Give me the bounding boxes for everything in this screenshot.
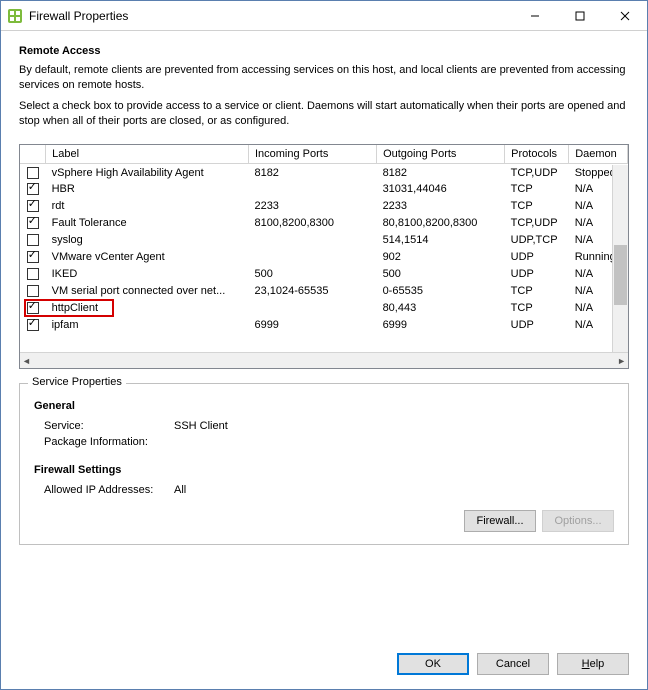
service-incoming-cell — [248, 181, 376, 198]
description-1: By default, remote clients are prevented… — [19, 63, 629, 93]
allowed-ip-label: Allowed IP Addresses: — [44, 484, 174, 496]
service-checkbox[interactable] — [27, 183, 39, 195]
service-protocols-cell: TCP,UDP — [505, 215, 569, 232]
service-checkbox[interactable] — [27, 251, 39, 263]
dialog-buttons: OK Cancel Help — [1, 641, 647, 689]
service-label-cell: HBR — [46, 181, 249, 198]
service-properties-legend: Service Properties — [28, 376, 126, 388]
service-protocols-cell: UDP — [505, 249, 569, 266]
column-header-label[interactable]: Label — [46, 145, 249, 164]
service-label-cell: rdt — [46, 198, 249, 215]
service-incoming-cell: 23,1024-65535 — [248, 283, 376, 300]
table-row[interactable]: Fault Tolerance8100,8200,830080,8100,820… — [20, 215, 628, 232]
service-incoming-cell — [248, 300, 376, 317]
service-outgoing-cell: 902 — [377, 249, 505, 266]
service-value: SSH Client — [174, 420, 228, 432]
vertical-scrollbar[interactable] — [612, 165, 628, 352]
service-checkbox[interactable] — [27, 268, 39, 280]
service-incoming-cell: 2233 — [248, 198, 376, 215]
service-checkbox[interactable] — [27, 234, 39, 246]
service-checkbox[interactable] — [27, 285, 39, 297]
service-properties-group: Service Properties General Service: SSH … — [19, 383, 629, 545]
service-outgoing-cell: 80,8100,8200,8300 — [377, 215, 505, 232]
service-protocols-cell: TCP — [505, 198, 569, 215]
service-checkbox[interactable] — [27, 319, 39, 331]
description-2: Select a check box to provide access to … — [19, 99, 629, 129]
table-row[interactable]: vSphere High Availability Agent81828182T… — [20, 164, 628, 181]
column-header-incoming[interactable]: Incoming Ports — [248, 145, 376, 164]
service-incoming-cell — [248, 249, 376, 266]
services-table: Label Incoming Ports Outgoing Ports Prot… — [20, 145, 628, 334]
service-outgoing-cell: 514,1514 — [377, 232, 505, 249]
service-outgoing-cell: 31031,44046 — [377, 181, 505, 198]
horizontal-scrollbar[interactable]: ◄ ► — [20, 352, 628, 368]
service-protocols-cell: TCP — [505, 283, 569, 300]
service-label-cell: IKED — [46, 266, 249, 283]
service-outgoing-cell: 500 — [377, 266, 505, 283]
service-checkbox[interactable] — [27, 200, 39, 212]
service-protocols-cell: TCP — [505, 300, 569, 317]
service-checkbox[interactable] — [27, 217, 39, 229]
service-checkbox[interactable] — [27, 302, 39, 314]
service-label-cell: httpClient — [46, 300, 249, 317]
close-button[interactable] — [602, 1, 647, 30]
column-header-outgoing[interactable]: Outgoing Ports — [377, 145, 505, 164]
service-label-cell: ipfam — [46, 317, 249, 334]
service-outgoing-cell: 6999 — [377, 317, 505, 334]
titlebar: Firewall Properties — [1, 1, 647, 31]
firewall-settings-heading: Firewall Settings — [34, 464, 614, 476]
table-row[interactable]: rdt22332233TCPN/A — [20, 198, 628, 215]
service-label-cell: VMware vCenter Agent — [46, 249, 249, 266]
general-heading: General — [34, 400, 614, 412]
table-row[interactable]: VMware vCenter Agent902UDPRunning — [20, 249, 628, 266]
ok-button[interactable]: OK — [397, 653, 469, 675]
service-incoming-cell — [248, 232, 376, 249]
service-label-cell: VM serial port connected over net... — [46, 283, 249, 300]
firewall-properties-window: Firewall Properties Remote Access By def… — [0, 0, 648, 690]
service-label: Service: — [44, 420, 174, 432]
package-info-label: Package Information: — [44, 436, 174, 448]
remote-access-heading: Remote Access — [19, 45, 629, 57]
vertical-scrollbar-thumb[interactable] — [614, 245, 627, 305]
service-outgoing-cell: 2233 — [377, 198, 505, 215]
service-outgoing-cell: 80,443 — [377, 300, 505, 317]
service-label-cell: Fault Tolerance — [46, 215, 249, 232]
window-title: Firewall Properties — [29, 9, 512, 23]
service-outgoing-cell: 8182 — [377, 164, 505, 181]
column-header-daemon[interactable]: Daemon — [569, 145, 628, 164]
firewall-button[interactable]: Firewall... — [464, 510, 536, 532]
maximize-button[interactable] — [557, 1, 602, 30]
service-protocols-cell: UDP,TCP — [505, 232, 569, 249]
table-row[interactable]: syslog514,1514UDP,TCPN/A — [20, 232, 628, 249]
table-row[interactable]: httpClient80,443TCPN/A — [20, 300, 628, 317]
column-header-protocols[interactable]: Protocols — [505, 145, 569, 164]
scroll-right-icon[interactable]: ► — [617, 356, 626, 366]
column-header-checkbox[interactable] — [20, 145, 46, 164]
table-row[interactable]: HBR31031,44046TCPN/A — [20, 181, 628, 198]
service-protocols-cell: UDP — [505, 317, 569, 334]
content-area: Remote Access By default, remote clients… — [1, 31, 647, 641]
service-checkbox[interactable] — [27, 167, 39, 179]
help-button[interactable]: Help — [557, 653, 629, 675]
table-row[interactable]: VM serial port connected over net...23,1… — [20, 283, 628, 300]
table-row[interactable]: IKED500500UDPN/A — [20, 266, 628, 283]
app-icon — [7, 8, 23, 24]
allowed-ip-value: All — [174, 484, 186, 496]
minimize-button[interactable] — [512, 1, 557, 30]
service-protocols-cell: TCP — [505, 181, 569, 198]
options-button[interactable]: Options... — [542, 510, 614, 532]
service-label-cell: syslog — [46, 232, 249, 249]
services-table-container: Label Incoming Ports Outgoing Ports Prot… — [19, 144, 629, 369]
service-incoming-cell: 8100,8200,8300 — [248, 215, 376, 232]
table-row[interactable]: ipfam69996999UDPN/A — [20, 317, 628, 334]
cancel-button[interactable]: Cancel — [477, 653, 549, 675]
service-incoming-cell: 500 — [248, 266, 376, 283]
service-label-cell: vSphere High Availability Agent — [46, 164, 249, 181]
scroll-left-icon[interactable]: ◄ — [22, 356, 31, 366]
service-incoming-cell: 6999 — [248, 317, 376, 334]
service-protocols-cell: UDP — [505, 266, 569, 283]
service-incoming-cell: 8182 — [248, 164, 376, 181]
service-outgoing-cell: 0-65535 — [377, 283, 505, 300]
service-protocols-cell: TCP,UDP — [505, 164, 569, 181]
